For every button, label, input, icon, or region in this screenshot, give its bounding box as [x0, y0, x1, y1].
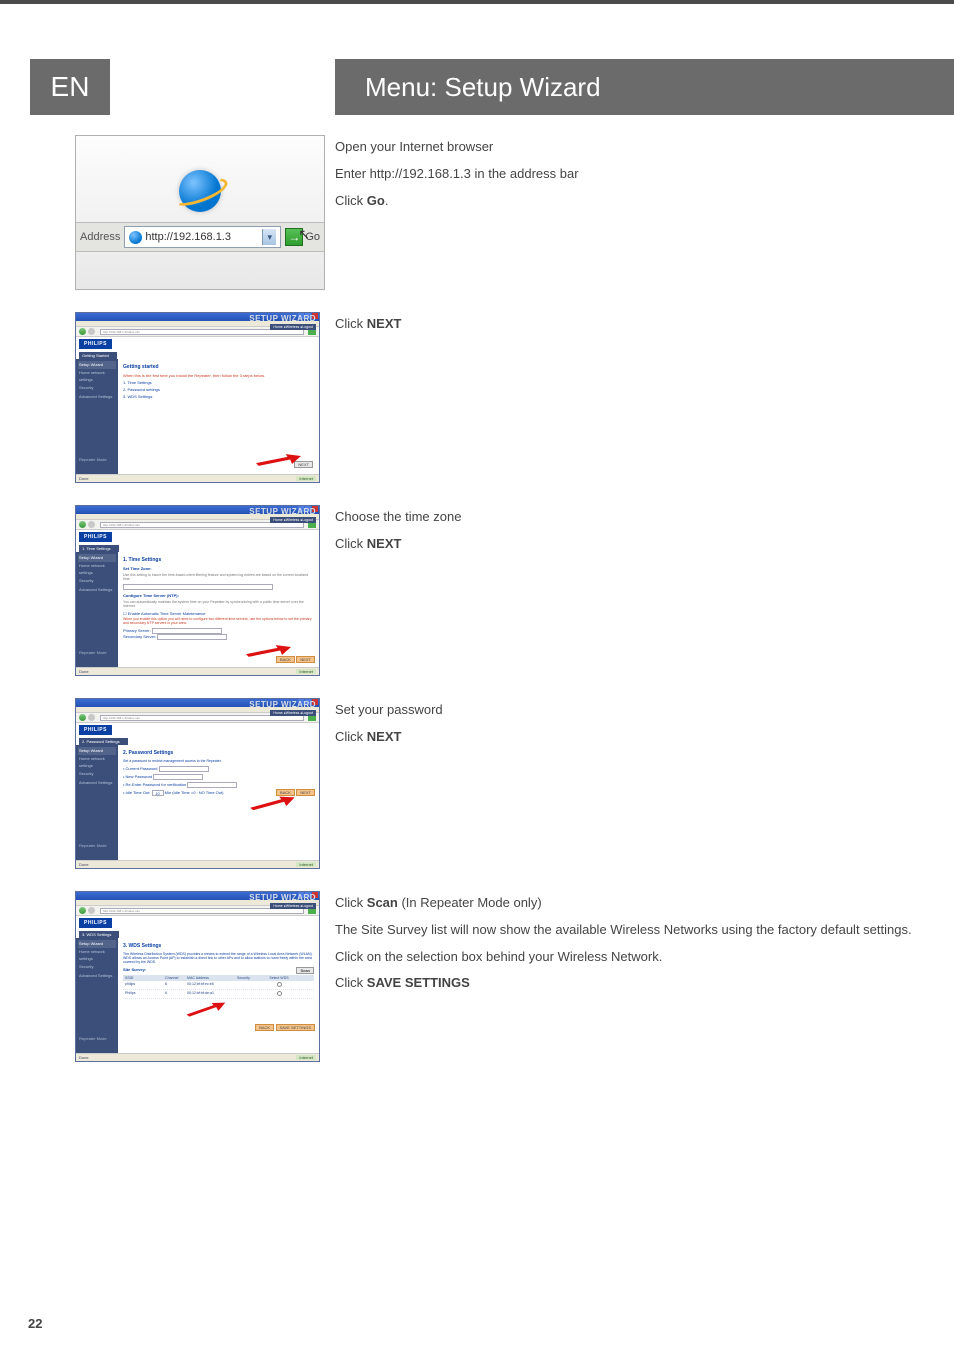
wizard-intro: When this is the first time you install … [123, 373, 314, 378]
language-badge: EN [30, 59, 110, 115]
secondary-server-select[interactable] [157, 634, 227, 640]
philips-logo: PHILIPS [79, 339, 112, 349]
current-password-input[interactable] [159, 766, 209, 772]
step2-line1: Click NEXT [335, 314, 929, 335]
ie-page-icon [129, 231, 142, 244]
wizard-screenshot-getting-started: http://192.168.1.3/index.stm PHILIPS SET… [75, 312, 320, 483]
step5-line1: Click Scan (In Repeater Mode only) [335, 893, 929, 914]
select-wds-radio[interactable] [277, 982, 282, 987]
back-button[interactable]: BACK [255, 1024, 274, 1031]
page-title: Menu: Setup Wizard [335, 59, 954, 115]
site-survey-table: SSID Channel MAC Address Security Select… [123, 975, 314, 999]
new-password-input[interactable] [153, 774, 203, 780]
step5-line2: The Site Survey list will now show the a… [335, 920, 929, 941]
confirm-password-input[interactable] [187, 782, 237, 788]
step4-line2: Click NEXT [335, 727, 929, 748]
wizard-screenshot-wds-settings: http://192.168.1.3/index.stm PHILIPS SET… [75, 891, 320, 1062]
save-settings-button[interactable]: SAVE SETTINGS [276, 1024, 316, 1031]
timezone-select[interactable] [123, 584, 273, 590]
address-input[interactable]: http://192.168.1.3 ▾ [124, 226, 281, 248]
step3-line1: Choose the time zone [335, 507, 929, 528]
browser-address-mock: Address http://192.168.1.3 ▾ → Go ↖ [75, 135, 325, 290]
scan-button[interactable]: Scan [296, 967, 314, 974]
address-dropdown-icon[interactable]: ▾ [262, 229, 276, 245]
step1-line1: Open your Internet browser [335, 137, 929, 158]
back-button[interactable]: BACK [276, 656, 295, 663]
page-number: 22 [28, 1316, 42, 1331]
wizard-screenshot-password-settings: http://192.168.1.3/index.stm PHILIPS SET… [75, 698, 320, 869]
wizard-heading: Getting started [123, 364, 314, 370]
internet-explorer-icon [179, 170, 221, 212]
next-button[interactable]: NEXT [296, 656, 315, 663]
wizard-top-links: Home ●Wireless ●Logout [270, 324, 316, 330]
step5-line4: Click SAVE SETTINGS [335, 973, 929, 994]
address-value: http://192.168.1.3 [145, 231, 231, 243]
back-nav-icon [79, 328, 86, 335]
step1-line2: Enter http://192.168.1.3 in the address … [335, 164, 929, 185]
select-wds-radio[interactable] [277, 991, 282, 996]
fwd-nav-icon [88, 328, 95, 335]
step4-line1: Set your password [335, 700, 929, 721]
table-row: Philips 6 00:12:bf:bf:de:a1 [123, 990, 314, 999]
cursor-icon: ↖ [298, 226, 310, 243]
step5-line3: Click on the selection box behind your W… [335, 947, 929, 968]
address-label: Address [80, 231, 120, 243]
wizard-sidebar: Setup Wizard Home network settings Secur… [76, 359, 118, 474]
step3-line2: Click NEXT [335, 534, 929, 555]
wizard-tab: Getting Started [79, 352, 117, 359]
next-button[interactable]: NEXT [296, 789, 315, 796]
idle-timeout-input[interactable]: 10 [152, 790, 164, 796]
table-row: philips 6 00:12:bf:bf:ec:e5 [123, 981, 314, 990]
wizard-screenshot-time-settings: http://192.168.1.3/index.stm PHILIPS SET… [75, 505, 320, 676]
step1-line3: Click Go. [335, 191, 929, 212]
wizard-watermark: SETUP WIZARD [249, 314, 316, 323]
